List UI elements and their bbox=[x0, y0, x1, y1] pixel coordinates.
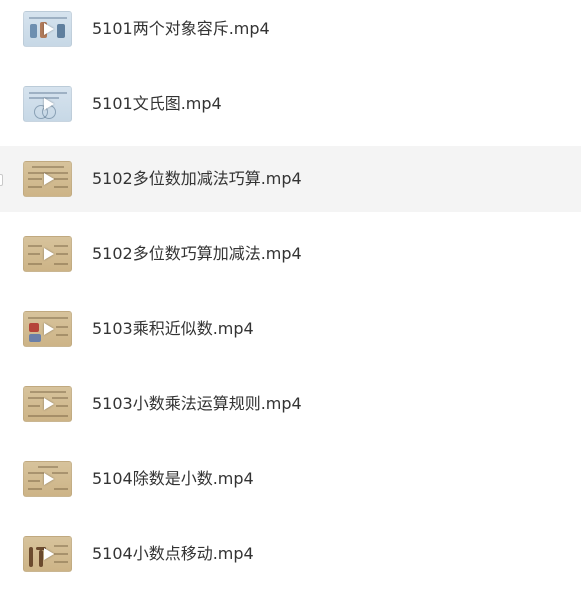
video-thumbnail[interactable] bbox=[23, 161, 72, 197]
video-thumbnail[interactable] bbox=[23, 86, 72, 122]
file-name[interactable]: 5102多位数加减法巧算.mp4 bbox=[92, 146, 302, 212]
play-icon bbox=[43, 473, 54, 485]
file-row[interactable]: 5104除数是小数.mp4 bbox=[0, 446, 581, 512]
file-list: 5101两个对象容斥.mp4 5101文氏图.mp4 5102多位数加减法巧算.… bbox=[0, 0, 581, 589]
file-row[interactable]: 5101两个对象容斥.mp4 bbox=[0, 0, 581, 62]
row-checkbox[interactable] bbox=[0, 174, 3, 186]
file-name[interactable]: 5103乘积近似数.mp4 bbox=[92, 296, 254, 362]
play-icon bbox=[43, 173, 54, 185]
file-row[interactable]: 5102多位数巧算加减法.mp4 bbox=[0, 221, 581, 287]
video-thumbnail[interactable] bbox=[23, 11, 72, 47]
play-icon bbox=[43, 98, 54, 110]
file-row[interactable]: 5103乘积近似数.mp4 bbox=[0, 296, 581, 362]
file-row[interactable]: 5103小数乘法运算规则.mp4 bbox=[0, 371, 581, 437]
video-thumbnail[interactable] bbox=[23, 311, 72, 347]
video-thumbnail[interactable] bbox=[23, 236, 72, 272]
video-thumbnail[interactable] bbox=[23, 386, 72, 422]
play-icon bbox=[43, 398, 54, 410]
file-name[interactable]: 5101两个对象容斥.mp4 bbox=[92, 0, 270, 62]
video-thumbnail[interactable] bbox=[23, 536, 72, 572]
video-thumbnail[interactable] bbox=[23, 461, 72, 497]
file-name[interactable]: 5104除数是小数.mp4 bbox=[92, 446, 254, 512]
file-name[interactable]: 5104小数点移动.mp4 bbox=[92, 521, 254, 587]
file-name[interactable]: 5103小数乘法运算规则.mp4 bbox=[92, 371, 302, 437]
file-row[interactable]: 5104小数点移动.mp4 bbox=[0, 521, 581, 587]
file-row[interactable]: 5101文氏图.mp4 bbox=[0, 71, 581, 137]
file-name[interactable]: 5102多位数巧算加减法.mp4 bbox=[92, 221, 302, 287]
play-icon bbox=[43, 248, 54, 260]
file-name[interactable]: 5101文氏图.mp4 bbox=[92, 71, 222, 137]
play-icon bbox=[43, 323, 54, 335]
play-icon bbox=[43, 23, 54, 35]
play-icon bbox=[43, 548, 54, 560]
file-row-selected[interactable]: 5102多位数加减法巧算.mp4 bbox=[0, 146, 581, 212]
